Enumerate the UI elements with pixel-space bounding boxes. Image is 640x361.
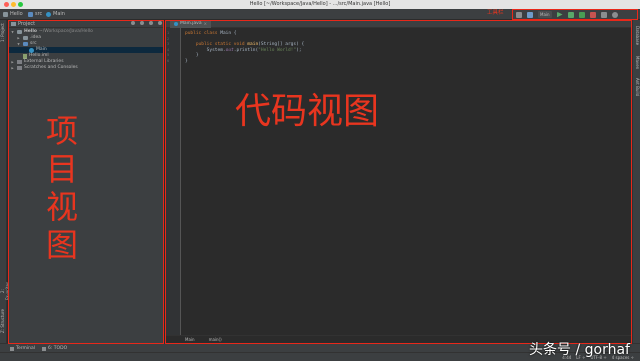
settings-icon[interactable] — [600, 11, 607, 18]
code-token: System. — [185, 47, 226, 53]
folder-icon — [28, 11, 33, 17]
code-token: "Hello World!" — [258, 47, 297, 53]
line-number: 1 — [167, 31, 170, 35]
tab-ant-build[interactable]: Ant Build — [634, 78, 640, 100]
project-structure-icon[interactable] — [516, 11, 522, 18]
folder-icon — [3, 11, 8, 17]
watermark: 头条号 / gorhaf — [529, 342, 630, 358]
todo-button[interactable]: 6: TODO — [42, 346, 67, 351]
tree-item-path: ~/Workspace/Java/Hello — [39, 29, 93, 34]
line-number-gutter: 123456 — [165, 28, 181, 335]
source-folder-icon — [23, 42, 28, 46]
toolbar: Main — [513, 9, 638, 20]
library-icon — [17, 60, 22, 64]
code-view-annotation: 代码视图 — [235, 91, 380, 132]
class-icon — [174, 22, 178, 26]
line-number: 3 — [167, 42, 170, 46]
terminal-icon — [10, 346, 14, 351]
toolbar-annotation: 工具栏 — [487, 10, 504, 16]
code-token: Main { — [220, 31, 237, 36]
expand-arrow-icon[interactable]: ▼ — [16, 41, 21, 47]
tab-database[interactable]: Database — [634, 26, 640, 50]
line-number: 5 — [167, 53, 170, 57]
code-line: System.out.println("Hello World!"); — [185, 48, 304, 54]
collapse-all-icon[interactable] — [140, 21, 144, 25]
class-icon — [46, 11, 51, 17]
tab-project[interactable]: 1: Project — [0, 23, 7, 43]
project-panel-header: Project — [8, 20, 164, 28]
code-token: (String[] args) { — [258, 42, 305, 47]
code-token: public class — [185, 31, 221, 36]
editor-area: Main.java × 123456 public class Main { p… — [165, 20, 632, 343]
line-number: 6 — [167, 58, 170, 63]
tab-structure[interactable]: Z: Structure — [0, 302, 7, 340]
gear-icon[interactable] — [149, 21, 153, 25]
window-title: Hello [~/Workspace/Java/Hello] - .../src… — [249, 1, 391, 7]
locate-icon[interactable] — [131, 21, 135, 25]
line-number: 2 — [167, 36, 170, 41]
code-token: .println( — [233, 47, 259, 53]
line-number: 4 — [167, 47, 170, 52]
editor-tab-main[interactable]: Main.java × — [170, 20, 211, 28]
terminal-button[interactable]: Terminal — [10, 346, 35, 351]
code-line: } — [185, 59, 304, 65]
right-tool-strip: Database Maven Ant Build — [632, 20, 640, 343]
tree-item[interactable]: ▶ Scratches and Consoles — [8, 65, 164, 71]
project-view-annotation: 项 目 视 图 — [45, 112, 78, 264]
project-panel: Project ▼ Hello ~/Workspace/Java/Hello ▶ .id… — [8, 20, 164, 343]
tab-favorites[interactable]: 2: Favorites — [0, 282, 10, 300]
tree-item-label: Scratches and Consoles — [24, 65, 78, 70]
code-token: } — [185, 58, 188, 64]
debug-icon[interactable] — [567, 11, 574, 18]
editor-breadcrumb-class[interactable]: Main — [185, 336, 195, 343]
library-icon — [17, 66, 22, 70]
code-token: } — [185, 53, 199, 58]
breadcrumb-src[interactable]: src — [28, 11, 42, 17]
stop-icon[interactable] — [589, 11, 596, 18]
module-file-icon — [23, 53, 27, 59]
coverage-icon[interactable] — [578, 11, 585, 18]
left-tool-strip: 1: Project Z: Structure 2: Favorites — [0, 20, 10, 343]
hide-icon[interactable] — [158, 21, 162, 25]
run-configuration-select[interactable]: Main — [538, 11, 552, 18]
folder-icon — [23, 36, 28, 40]
project-view-select[interactable]: Project — [18, 21, 35, 27]
todo-icon — [42, 346, 46, 351]
code-token: public static void — [195, 42, 248, 47]
run-icon[interactable] — [556, 11, 563, 18]
expand-arrow-icon[interactable]: ▼ — [10, 29, 15, 35]
window-title-bar: Hello [~/Workspace/Java/Hello] - .../src… — [0, 0, 640, 9]
close-tab-icon[interactable]: × — [204, 20, 207, 28]
project-tree: ▼ Hello ~/Workspace/Java/Hello ▶ .idea ▼ src Ma… — [8, 28, 164, 71]
code-token: main — [247, 42, 259, 47]
search-icon[interactable] — [611, 11, 618, 18]
class-icon — [29, 47, 34, 53]
breadcrumb-main[interactable]: Main — [46, 11, 65, 17]
tab-maven[interactable]: Maven — [634, 56, 640, 72]
project-view-icon — [11, 21, 16, 26]
editor-breadcrumb-method[interactable]: main() — [209, 336, 222, 343]
code-token: out — [225, 47, 234, 53]
code-token: ); — [296, 47, 302, 53]
code-editor[interactable]: public class Main { public static void m… — [185, 31, 304, 64]
build-hammer-icon[interactable] — [527, 11, 533, 18]
folder-icon — [17, 30, 22, 34]
expand-arrow-icon[interactable]: ▶ — [10, 65, 15, 71]
editor-tab-bar: Main.java × — [165, 20, 632, 28]
breadcrumb-project[interactable]: Hello — [3, 11, 23, 17]
